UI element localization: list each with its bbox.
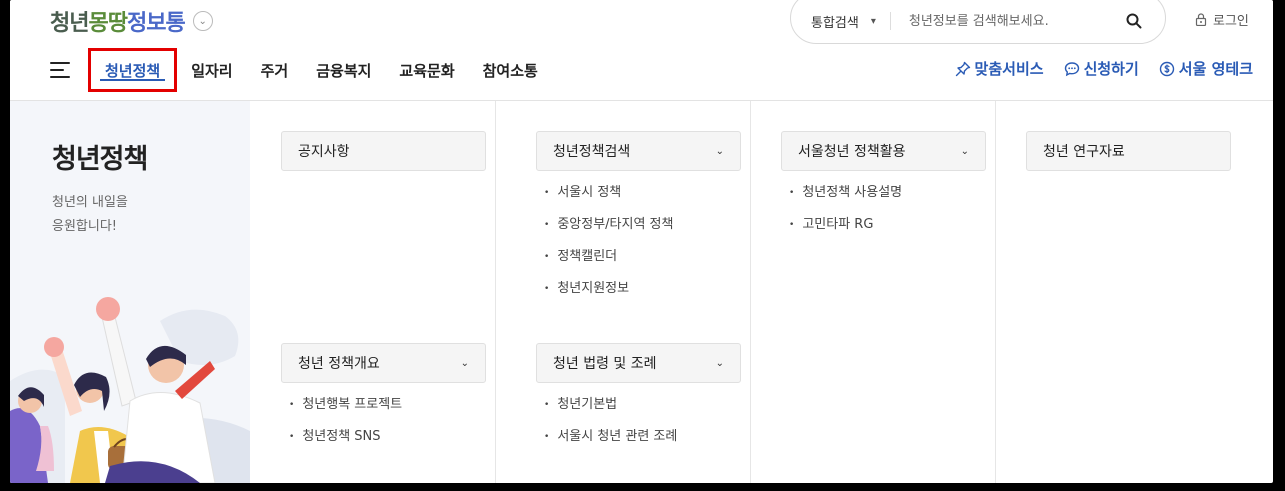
- search-category-select[interactable]: 통합검색 ▾: [811, 12, 891, 31]
- search-bar: 통합검색 ▾: [790, 0, 1166, 44]
- chevron-down-icon: ⌄: [715, 357, 724, 369]
- hamburger-line: [50, 76, 70, 78]
- description-line-1: 청년의 내일을: [52, 195, 128, 210]
- menu-box-label: 청년 연구자료: [1043, 144, 1125, 160]
- menu-research[interactable]: 청년 연구자료: [1026, 131, 1231, 171]
- site-logo[interactable]: 청년몽땅정보통 ⌄: [50, 4, 213, 38]
- menu-toggle-button[interactable]: [50, 62, 70, 78]
- site-header: 청년몽땅정보통 ⌄ 통합검색 ▾ 로그인 청년정책: [10, 0, 1273, 101]
- browser-frame: 청년몽땅정보통 ⌄ 통합검색 ▾ 로그인 청년정책: [10, 0, 1273, 483]
- quick-link-label: 서울 영테크: [1178, 60, 1253, 78]
- hamburger-line: [50, 62, 70, 64]
- mega-menu-column-4: 청년 연구자료: [996, 101, 1241, 483]
- mega-menu-description: 청년의 내일을 응원합니다!: [52, 191, 128, 239]
- quick-link-label: 신청하기: [1083, 60, 1139, 78]
- nav-item-label: 청년정책: [105, 61, 161, 80]
- logo-text: 청년몽땅정보통: [50, 5, 186, 37]
- nav-item-label: 교육문화: [399, 61, 455, 80]
- submenu-item-support-info[interactable]: 청년지원정보: [544, 273, 673, 305]
- submenu-list: 청년정책 사용설명 고민타파 RG: [789, 177, 902, 241]
- search-button[interactable]: [1123, 10, 1145, 32]
- main-nav: 청년정책 일자리 주거 금융복지 교육문화 참여소통: [88, 48, 552, 92]
- submenu-list: 청년기본법 서울시 청년 관련 조례: [544, 389, 677, 453]
- menu-box-label: 서울청년 정책활용: [798, 144, 906, 160]
- submenu-item-rg[interactable]: 고민타파 RG: [789, 209, 902, 241]
- menu-policy-overview[interactable]: 청년 정책개요 ⌄: [281, 343, 486, 383]
- quick-link-young-tech[interactable]: 서울 영테크: [1159, 58, 1253, 79]
- mega-menu-column-2: 청년정책검색 ⌄ 서울시 정책 중앙정부/타지역 정책 정책캘린더 청년지원정보…: [506, 101, 751, 483]
- lock-icon: [1195, 13, 1207, 26]
- quick-link-label: 맞춤서비스: [974, 60, 1044, 78]
- nav-item-label: 일자리: [191, 61, 233, 80]
- submenu-item-happiness-project[interactable]: 청년행복 프로젝트: [289, 389, 402, 421]
- login-label: 로그인: [1213, 14, 1249, 29]
- menu-box-label: 공지사항: [298, 144, 350, 160]
- search-input[interactable]: [890, 13, 1123, 29]
- menu-box-label: 청년 법령 및 조례: [553, 356, 657, 372]
- quick-link-custom-service[interactable]: 맞춤서비스: [955, 58, 1044, 79]
- quick-links: 맞춤서비스 신청하기 서울 영테크: [955, 58, 1253, 79]
- menu-policy-search[interactable]: 청년정책검색 ⌄: [536, 131, 741, 171]
- nav-item-label: 주거: [260, 61, 289, 80]
- submenu-item-seoul-policy[interactable]: 서울시 정책: [544, 177, 673, 209]
- nav-item-participation[interactable]: 참여소통: [469, 48, 552, 92]
- mega-menu-column-1: 공지사항 청년 정책개요 ⌄ 청년행복 프로젝트 청년정책 SNS: [251, 101, 496, 483]
- logo-part-3: 정보통: [126, 11, 186, 36]
- submenu-item-policy-guide[interactable]: 청년정책 사용설명: [789, 177, 902, 209]
- mega-menu-side-panel: 청년정책 청년의 내일을 응원합니다!: [10, 101, 250, 483]
- menu-notice[interactable]: 공지사항: [281, 131, 486, 171]
- chevron-down-icon: ⌄: [960, 145, 969, 157]
- chevron-down-icon[interactable]: ⌄: [192, 11, 213, 31]
- submenu-list: 청년행복 프로젝트 청년정책 SNS: [289, 389, 402, 453]
- chat-icon: [1064, 61, 1079, 76]
- pin-icon: [955, 61, 970, 76]
- logo-part-2: 몽땅: [88, 11, 127, 36]
- submenu-list: 서울시 정책 중앙정부/타지역 정책 정책캘린더 청년지원정보: [544, 177, 673, 305]
- login-link[interactable]: 로그인: [1195, 10, 1249, 29]
- mega-menu-column-3: 서울청년 정책활용 ⌄ 청년정책 사용설명 고민타파 RG: [751, 101, 996, 483]
- submenu-item-policy-calendar[interactable]: 정책캘린더: [544, 241, 673, 273]
- chevron-down-icon: ▾: [870, 15, 876, 27]
- submenu-item-seoul-ordinance[interactable]: 서울시 청년 관련 조례: [544, 421, 677, 453]
- nav-item-finance-welfare[interactable]: 금융복지: [302, 48, 385, 92]
- mega-menu-title: 청년정책: [52, 144, 148, 175]
- nav-item-housing[interactable]: 주거: [247, 48, 303, 92]
- hamburger-line: [50, 69, 64, 71]
- menu-policy-usage[interactable]: 서울청년 정책활용 ⌄: [781, 131, 986, 171]
- chevron-down-icon: ⌄: [715, 145, 724, 157]
- nav-item-jobs[interactable]: 일자리: [177, 48, 246, 92]
- submenu-item-basic-law[interactable]: 청년기본법: [544, 389, 677, 421]
- nav-item-youth-policy[interactable]: 청년정책: [88, 48, 178, 92]
- nav-item-label: 금융복지: [316, 61, 372, 80]
- chevron-down-icon: ⌄: [460, 357, 469, 369]
- description-line-2: 응원합니다!: [52, 219, 118, 234]
- cheering-people-illustration: [10, 297, 250, 483]
- quick-link-apply[interactable]: 신청하기: [1064, 58, 1139, 79]
- menu-box-label: 청년 정책개요: [298, 356, 380, 372]
- submenu-item-central-policy[interactable]: 중앙정부/타지역 정책: [544, 209, 673, 241]
- nav-item-education-culture[interactable]: 교육문화: [385, 48, 468, 92]
- search-category-label: 통합검색: [811, 15, 859, 31]
- menu-box-label: 청년정책검색: [553, 144, 631, 160]
- logo-part-1: 청년: [50, 11, 89, 36]
- nav-item-label: 참여소통: [482, 61, 538, 80]
- coin-icon: [1159, 61, 1174, 76]
- search-icon: [1126, 13, 1142, 29]
- submenu-item-policy-sns[interactable]: 청년정책 SNS: [289, 421, 402, 453]
- active-underline: [100, 79, 166, 81]
- menu-laws-ordinances[interactable]: 청년 법령 및 조례 ⌄: [536, 343, 741, 383]
